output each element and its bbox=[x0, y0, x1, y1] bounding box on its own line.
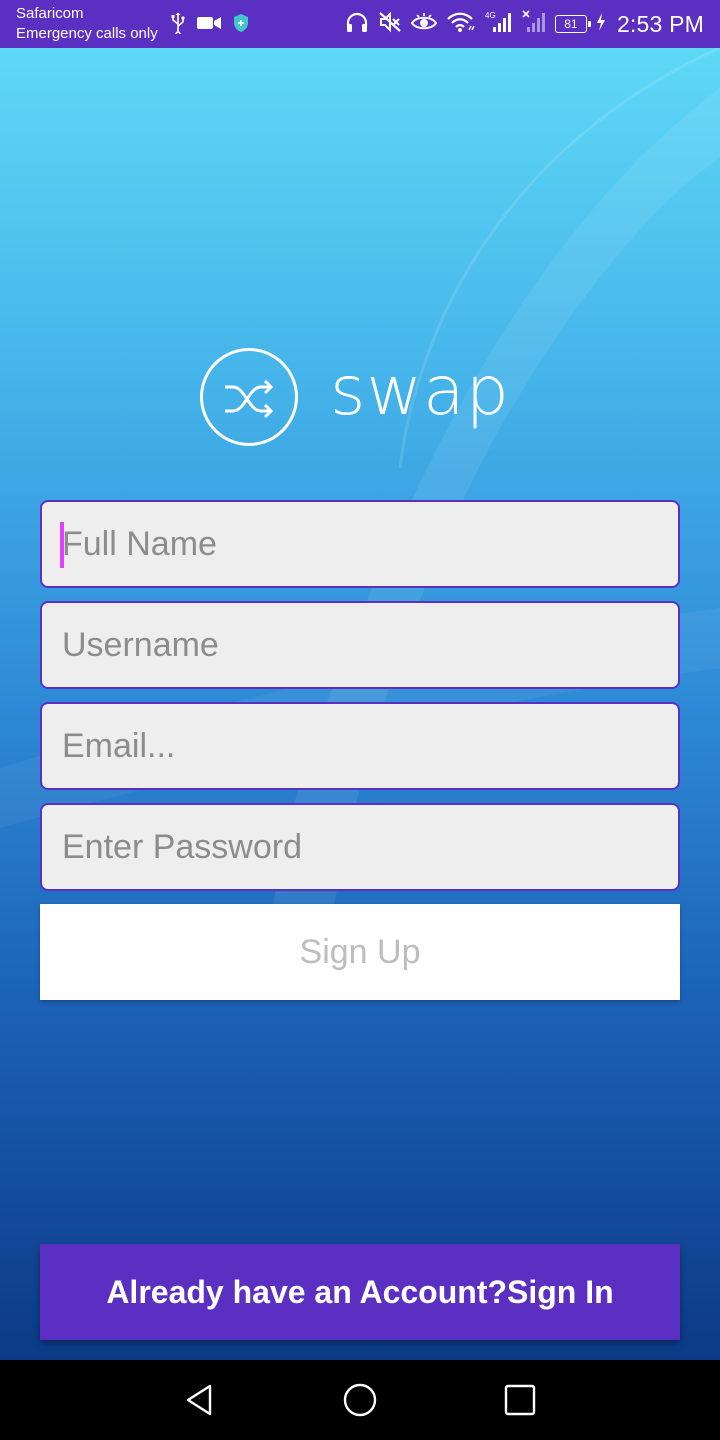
status-left-icons bbox=[170, 12, 250, 39]
email-input[interactable]: Email... bbox=[40, 702, 680, 790]
wifi-icon bbox=[446, 11, 476, 38]
battery-icon: 81 bbox=[554, 15, 591, 33]
username-input[interactable]: Username bbox=[40, 601, 680, 689]
signin-link-button[interactable]: Already have an Account?Sign In bbox=[40, 1244, 680, 1340]
signup-screen: swap Full Name Username Email... Enter P… bbox=[0, 48, 720, 1360]
network-type-label: 4G bbox=[485, 11, 496, 20]
carrier-info: Safaricom Emergency calls only bbox=[16, 4, 158, 44]
headphones-icon bbox=[345, 11, 369, 38]
username-placeholder: Username bbox=[62, 626, 219, 664]
charging-icon bbox=[596, 12, 606, 36]
carrier-name: Safaricom bbox=[16, 5, 84, 22]
status-bar: Safaricom Emergency calls only 4G 81 2:5… bbox=[0, 0, 720, 48]
carrier-status: Emergency calls only bbox=[16, 25, 158, 42]
mute-icon bbox=[378, 11, 402, 38]
recents-icon[interactable] bbox=[502, 1382, 538, 1418]
signup-button[interactable]: Sign Up bbox=[40, 904, 680, 1000]
video-icon bbox=[196, 14, 222, 37]
shield-icon bbox=[232, 13, 250, 38]
signal-icon: 4G bbox=[485, 10, 513, 39]
full-name-placeholder: Full Name bbox=[62, 525, 217, 563]
app-logo: swap bbox=[200, 348, 530, 448]
password-placeholder: Enter Password bbox=[62, 828, 302, 866]
back-icon[interactable] bbox=[182, 1382, 218, 1418]
navigation-bar bbox=[0, 1360, 720, 1440]
eye-icon bbox=[410, 11, 438, 38]
status-right-icons: 4G 81 2:53 PM bbox=[345, 8, 704, 40]
full-name-input[interactable]: Full Name bbox=[40, 500, 680, 588]
home-icon[interactable] bbox=[342, 1382, 378, 1418]
usb-icon bbox=[170, 12, 186, 39]
shuffle-icon bbox=[200, 348, 298, 446]
text-cursor bbox=[60, 522, 64, 568]
password-input[interactable]: Enter Password bbox=[40, 803, 680, 891]
email-placeholder: Email... bbox=[62, 727, 176, 765]
status-time: 2:53 PM bbox=[616, 10, 704, 37]
logo-text: swap bbox=[330, 352, 510, 431]
signal-off-icon bbox=[522, 9, 546, 39]
battery-level: 81 bbox=[564, 17, 578, 31]
